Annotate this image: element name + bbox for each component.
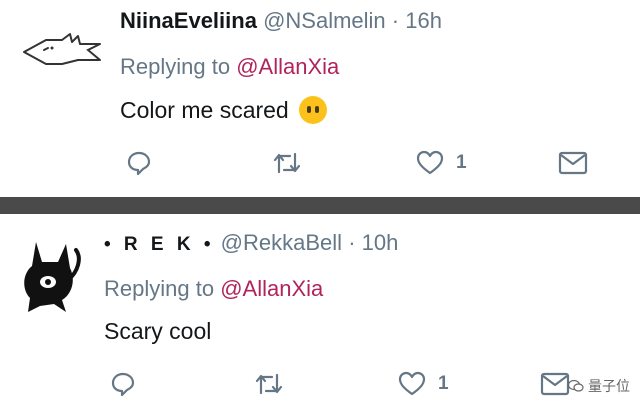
face-without-mouth-emoji-icon	[298, 96, 327, 124]
tweet-actions: 1	[0, 371, 640, 403]
watermark: 量子位	[568, 376, 630, 396]
replying-to: Replying to @AllanXia	[104, 276, 323, 302]
tweet-text: Color me scared	[120, 96, 327, 124]
tweet-2: • R E K • @RekkaBell · 10h Replying to @…	[0, 214, 640, 400]
tweet-header: NiinaEveliina @NSalmelin · 16h	[120, 8, 442, 34]
mention-link[interactable]: @AllanXia	[220, 276, 323, 301]
separator-dot: ·	[391, 8, 400, 33]
share-button[interactable]	[558, 150, 588, 176]
reply-icon	[111, 372, 135, 397]
mention-link[interactable]: @AllanXia	[236, 54, 339, 79]
retweet-icon	[255, 373, 283, 395]
like-count: 1	[456, 152, 467, 173]
tweet-text: Scary cool	[104, 318, 211, 345]
reply-button[interactable]	[110, 371, 136, 397]
display-name[interactable]: • R E K •	[104, 234, 215, 255]
timestamp[interactable]: 10h	[362, 230, 399, 255]
display-name[interactable]: NiinaEveliina	[120, 8, 257, 33]
reply-button[interactable]	[126, 150, 152, 176]
like-button[interactable]: 1	[416, 150, 467, 176]
watermark-text: 量子位	[588, 378, 630, 394]
tweet-header: • R E K • @RekkaBell · 10h	[104, 230, 398, 258]
user-handle[interactable]: @NSalmelin	[263, 8, 386, 33]
timestamp[interactable]: 16h	[405, 8, 442, 33]
retweet-button[interactable]	[254, 371, 284, 397]
replying-prefix: Replying to	[104, 276, 215, 301]
like-button[interactable]: 1	[398, 371, 449, 397]
retweet-button[interactable]	[272, 150, 302, 176]
tweet-body: Scary cool	[104, 318, 212, 344]
avatar-niina[interactable]	[18, 22, 106, 82]
separator-dot: ·	[348, 230, 356, 255]
user-handle[interactable]: @RekkaBell	[221, 230, 342, 255]
share-icon	[540, 372, 570, 396]
like-count: 1	[438, 373, 449, 394]
replying-to: Replying to @AllanXia	[120, 54, 339, 80]
retweet-icon	[273, 152, 301, 174]
share-icon	[558, 151, 588, 175]
tweet-body: Color me scared	[120, 96, 289, 123]
avatar-rek[interactable]	[6, 228, 88, 318]
tweet-1: NiinaEveliina @NSalmelin · 16h Replying …	[0, 0, 640, 197]
replying-prefix: Replying to	[120, 54, 231, 79]
tweet-actions: 1	[0, 150, 640, 182]
like-icon	[398, 371, 426, 396]
wechat-icon	[568, 379, 584, 393]
share-button[interactable]	[540, 371, 570, 397]
reply-icon	[127, 151, 151, 176]
tweet-divider	[0, 197, 640, 214]
like-icon	[416, 150, 444, 175]
